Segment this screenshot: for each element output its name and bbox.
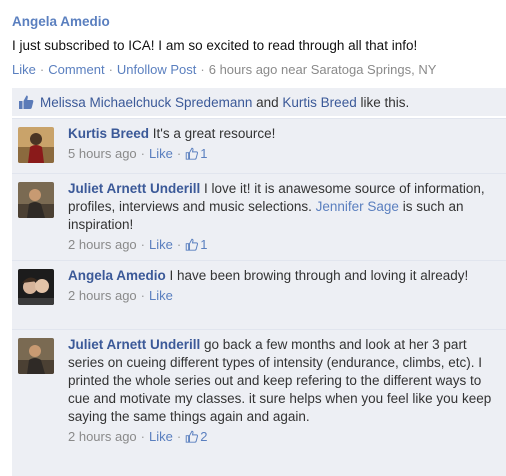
avatar[interactable] <box>18 182 54 218</box>
comment-body: Juliet Arnett Underill go back a few mon… <box>68 336 498 446</box>
likes-suffix: like this. <box>360 95 410 110</box>
comment: Juliet Arnett Underill go back a few mon… <box>12 329 506 476</box>
comment-timestamp[interactable]: 5 hours ago <box>68 146 137 161</box>
post-author[interactable]: Angela Amedio <box>12 14 110 29</box>
likes-summary-text: Melissa Michaelchuck Spredemann and Kurt… <box>40 95 409 110</box>
comment-body: Kurtis Breed It's a great resource! 5 ho… <box>68 125 498 163</box>
avatar[interactable] <box>18 269 54 305</box>
likes-summary-bar: Melissa Michaelchuck Spredemann and Kurt… <box>12 88 506 116</box>
facebook-post: Angela Amedio I just subscribed to ICA! … <box>0 0 506 476</box>
post-text: I just subscribed to ICA! I am so excite… <box>12 38 418 53</box>
comment-like-link[interactable]: Like <box>149 237 173 252</box>
comment-like-link[interactable]: Like <box>149 288 173 303</box>
like-link[interactable]: Like <box>12 62 36 77</box>
comment-meta: 2 hours ago · Like · 1 <box>68 236 498 254</box>
post-location[interactable]: Saratoga Springs, NY <box>311 62 437 77</box>
thumbs-up-icon <box>19 95 34 109</box>
like-count-value: 1 <box>200 146 208 161</box>
separator: · <box>39 62 45 77</box>
comment-like-link[interactable]: Like <box>149 146 173 161</box>
comment-timestamp[interactable]: 2 hours ago <box>68 429 137 444</box>
comment: Angela Amedio I have been browing throug… <box>12 260 506 329</box>
liker-name[interactable]: Melissa Michaelchuck Spredemann <box>40 95 252 110</box>
separator: · <box>140 288 146 303</box>
separator: · <box>176 237 182 252</box>
comment-timestamp[interactable]: 2 hours ago <box>68 288 137 303</box>
separator: · <box>140 146 146 161</box>
separator: · <box>140 429 146 444</box>
comment-like-count[interactable]: 1 <box>185 146 207 161</box>
comment-body: Angela Amedio I have been browing throug… <box>68 267 498 305</box>
avatar[interactable] <box>18 127 54 163</box>
post-meta: Like · Comment · Unfollow Post · 6 hours ago n… <box>12 62 436 77</box>
location-prefix: near <box>281 62 308 77</box>
commenter-name[interactable]: Juliet Arnett Underill <box>68 337 200 352</box>
comment: Juliet Arnett Underill I love it! it is … <box>12 173 506 260</box>
commenter-name[interactable]: Juliet Arnett Underill <box>68 181 200 196</box>
comment-like-link[interactable]: Like <box>149 429 173 444</box>
thumbs-up-icon <box>185 430 199 443</box>
avatar[interactable] <box>18 338 54 374</box>
separator: · <box>140 237 146 252</box>
commenter-name[interactable]: Angela Amedio <box>68 268 166 283</box>
comment: Kurtis Breed It's a great resource! 5 ho… <box>12 118 506 173</box>
commenter-name[interactable]: Kurtis Breed <box>68 126 149 141</box>
comment-meta: 2 hours ago · Like · 2 <box>68 428 498 446</box>
separator: · <box>200 62 205 77</box>
comment-timestamp[interactable]: 2 hours ago <box>68 237 137 252</box>
comment-body: Juliet Arnett Underill I love it! it is … <box>68 180 498 254</box>
comment-text: I have been browing through and loving i… <box>169 268 469 283</box>
thumbs-up-icon <box>185 238 199 251</box>
post-timestamp[interactable]: 6 hours ago <box>209 62 278 77</box>
comment-like-count[interactable]: 2 <box>185 429 207 444</box>
separator: · <box>108 62 113 77</box>
comment-meta: 2 hours ago · Like <box>68 287 498 305</box>
comment-text: It's a great resource! <box>152 126 276 141</box>
separator: · <box>176 429 182 444</box>
thumbs-up-icon <box>185 147 199 160</box>
comment-meta: 5 hours ago · Like · 1 <box>68 145 498 163</box>
mention-link[interactable]: Jennifer Sage <box>316 199 399 214</box>
comment-like-count[interactable]: 1 <box>185 237 207 252</box>
separator: · <box>176 146 182 161</box>
like-count-value: 1 <box>200 237 208 252</box>
likes-and: and <box>256 95 279 110</box>
like-count-value: 2 <box>200 429 208 444</box>
unfollow-post-link[interactable]: Unfollow Post <box>117 62 196 77</box>
comment-link[interactable]: Comment <box>48 62 104 77</box>
liker-name[interactable]: Kurtis Breed <box>282 95 356 110</box>
